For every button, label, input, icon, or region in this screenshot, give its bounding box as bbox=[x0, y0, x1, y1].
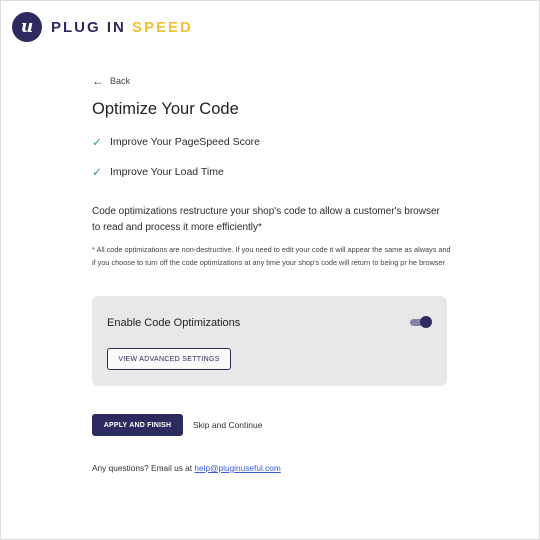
checkmark-icon: ✓ bbox=[92, 165, 103, 179]
footnote-text: * All code optimizations are non-destruc… bbox=[92, 245, 451, 268]
brand-name: PLUG IN SPEED bbox=[51, 19, 193, 36]
arrow-left-icon: ← bbox=[92, 74, 104, 88]
description-text: Code optimizations restructure your shop… bbox=[92, 206, 440, 233]
checkmark-icon: ✓ bbox=[92, 135, 103, 149]
enable-optimizations-label: Enable Code Optimizations bbox=[107, 317, 241, 329]
code-optimizations-card: Enable Code Optimizations VIEW ADVANCED … bbox=[92, 296, 447, 386]
support-footer: Any questions? Email us at help@pluginus… bbox=[92, 463, 281, 473]
benefit-text: Improve Your Load Time bbox=[110, 166, 224, 178]
enable-optimizations-toggle[interactable] bbox=[410, 316, 432, 328]
toggle-knob bbox=[420, 316, 432, 328]
back-label: Back bbox=[110, 76, 131, 86]
logo-mark-icon: u bbox=[12, 12, 42, 42]
skip-and-continue-link[interactable]: Skip and Continue bbox=[193, 420, 262, 430]
support-email-link[interactable]: help@pluginuseful.com bbox=[194, 463, 280, 473]
page-title: Optimize Your Code bbox=[92, 100, 239, 118]
brand-name-part1: PLUG IN bbox=[51, 18, 126, 36]
brand-name-part2: SPEED bbox=[132, 18, 193, 36]
main-content: ← Back Optimize Your Code ✓ Improve Your… bbox=[92, 74, 452, 267]
brand-logo: u PLUG IN SPEED bbox=[12, 12, 193, 42]
back-link[interactable]: ← Back bbox=[92, 74, 452, 88]
footer-text: Any questions? Email us at bbox=[92, 463, 193, 473]
benefit-item: ✓ Improve Your Load Time bbox=[92, 165, 224, 179]
apply-and-finish-button[interactable]: APPLY AND FINISH bbox=[92, 414, 183, 436]
benefit-item: ✓ Improve Your PageSpeed Score bbox=[92, 135, 260, 149]
benefit-text: Improve Your PageSpeed Score bbox=[110, 136, 261, 148]
view-advanced-settings-button[interactable]: VIEW ADVANCED SETTINGS bbox=[107, 348, 231, 370]
